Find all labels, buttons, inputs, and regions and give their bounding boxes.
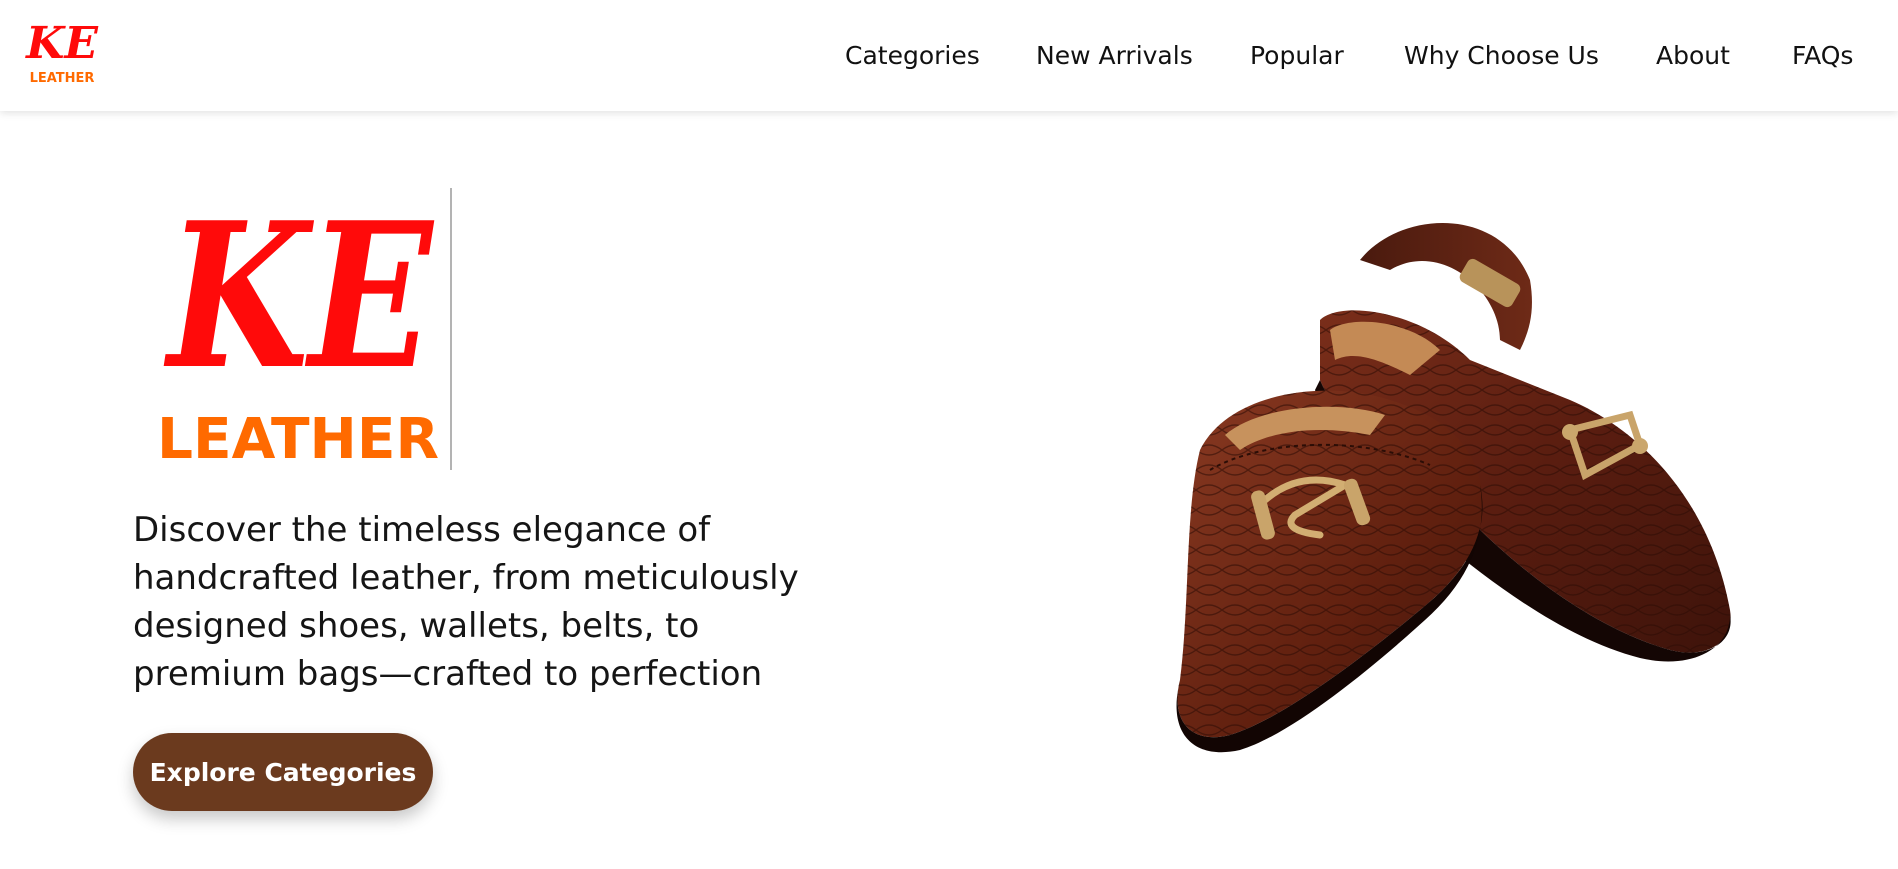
nav-link-faqs[interactable]: FAQs	[1792, 38, 1853, 74]
main-nav: Categories New Arrivals Popular Why Choo…	[0, 38, 1898, 74]
top-navbar: KE LEATHER Categories New Arrivals Popul…	[0, 0, 1898, 111]
svg-text:LEATHER: LEATHER	[157, 407, 439, 470]
nav-link-categories[interactable]: Categories	[845, 38, 980, 74]
nav-link-popular[interactable]: Popular	[1250, 38, 1344, 74]
hero-tagline: Discover the timeless elegance of handcr…	[133, 510, 799, 694]
nav-link-about[interactable]: About	[1656, 38, 1730, 74]
leather-shoes-image	[1170, 200, 1760, 780]
nav-link-why-choose-us[interactable]: Why Choose Us	[1404, 38, 1599, 74]
nav-link-new-arrivals[interactable]: New Arrivals	[1036, 38, 1193, 74]
explore-categories-button[interactable]: Explore Categories	[133, 733, 433, 811]
hero-brand-logo: KE LEATHER	[150, 188, 455, 470]
svg-text:KE: KE	[163, 188, 434, 414]
